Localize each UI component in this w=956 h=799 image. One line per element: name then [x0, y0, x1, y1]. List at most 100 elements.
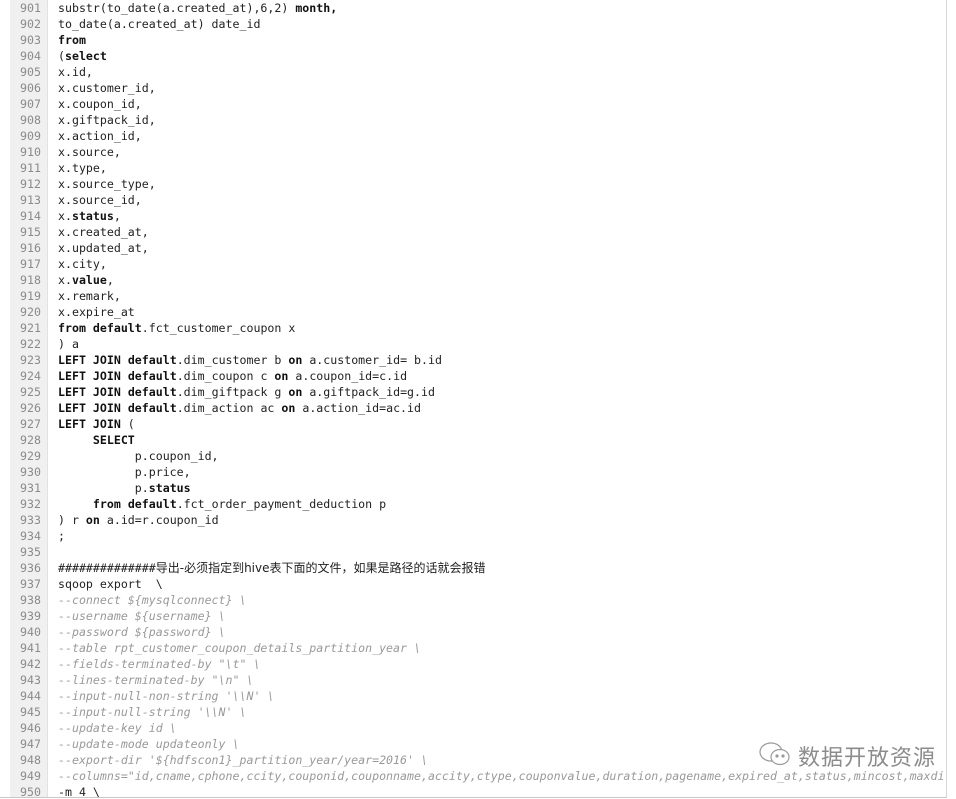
- line-number: 933: [20, 513, 41, 527]
- comment-token: --input-null-non-string '\\N' \: [58, 689, 275, 703]
- line-number: 920: [20, 305, 41, 319]
- code-text: --password ${password} \: [58, 624, 226, 640]
- code-token: .dim_giftpack g: [176, 385, 289, 399]
- code-token: x.id,: [58, 65, 93, 79]
- line-number: 903: [20, 33, 41, 47]
- code-text: ) a: [58, 336, 79, 352]
- code-text: (select: [58, 48, 107, 64]
- code-token: a.action_id=ac.id: [295, 401, 421, 415]
- code-text: LEFT JOIN (: [58, 416, 135, 432]
- keyword-token: LEFT JOIN: [58, 369, 121, 383]
- comment-token: --update-mode updateonly \: [58, 737, 240, 751]
- code-text: --lines-terminated-by "\n" \: [58, 672, 253, 688]
- wechat-icon: [758, 741, 792, 771]
- keyword-token: from: [58, 33, 86, 47]
- code-line: 904 (select: [0, 48, 946, 64]
- line-number: 947: [20, 737, 41, 751]
- code-token: x.created_at,: [58, 225, 149, 239]
- code-text: x.source_id,: [58, 192, 142, 208]
- code-text: x.source,: [58, 144, 121, 160]
- code-line: 926 LEFT JOIN default.dim_action ac on a.…: [0, 400, 946, 416]
- code-line: 938 --connect ${mysqlconnect} \: [0, 592, 946, 608]
- keyword-token: default: [127, 353, 177, 367]
- code-token: .fct_order_payment_deduction p: [176, 497, 387, 511]
- code-line: 901 substr(to_date(a.created_at),6,2) mon…: [0, 0, 946, 16]
- code-line: 905 x.id,: [0, 64, 946, 80]
- code-line: 908 x.giftpack_id,: [0, 112, 946, 128]
- line-number: 942: [20, 657, 41, 671]
- line-number: 914: [20, 209, 41, 223]
- line-number: 940: [20, 625, 41, 639]
- code-line: 925 LEFT JOIN default.dim_giftpack g on a…: [0, 384, 946, 400]
- code-line: 928 SELECT: [0, 432, 946, 448]
- code-line: 930 p.price,: [0, 464, 946, 480]
- code-token: a.customer_id= b.id: [302, 353, 442, 367]
- code-token: .fct_customer_coupon x: [141, 321, 296, 335]
- code-token: x.type,: [58, 161, 107, 175]
- comment-token: --connect ${mysqlconnect} \: [58, 593, 247, 607]
- keyword-token: on: [274, 369, 289, 383]
- code-line: 909 x.action_id,: [0, 128, 946, 144]
- line-number: 950: [20, 785, 41, 798]
- code-line: 903 from: [0, 32, 946, 48]
- keyword-token: default: [127, 385, 177, 399]
- comment-token: --table rpt_customer_coupon_details_part…: [58, 641, 421, 655]
- code-text: LEFT JOIN default.dim_action ac on a.act…: [58, 400, 421, 416]
- code-text: -m 4 \: [58, 784, 100, 797]
- line-number: 925: [20, 385, 41, 399]
- code-token: p.: [58, 481, 149, 495]
- code-text: p.price,: [58, 464, 191, 480]
- comment-token: --lines-terminated-by "\n" \: [58, 673, 254, 687]
- line-number: 926: [20, 401, 41, 415]
- code-line: 935: [0, 544, 946, 560]
- keyword-token: default: [127, 369, 177, 383]
- code-text: LEFT JOIN default.dim_customer b on a.cu…: [58, 352, 442, 368]
- line-number: 924: [20, 369, 41, 383]
- code-token: x.expire_at: [58, 305, 135, 319]
- code-token: x.updated_at,: [58, 241, 149, 255]
- code-line: 920 x.expire_at: [0, 304, 946, 320]
- code-line: 911 x.type,: [0, 160, 946, 176]
- code-text: --connect ${mysqlconnect} \: [58, 592, 246, 608]
- code-token: substr(to_date(a.created_at),6,2): [58, 1, 296, 15]
- code-text: x.city,: [58, 256, 107, 272]
- keyword-token: month,: [295, 1, 338, 15]
- code-text: from: [58, 32, 86, 48]
- code-line: 937 sqoop export \: [0, 576, 946, 592]
- comment-token: --password ${password} \: [58, 625, 226, 639]
- code-line: 906 x.customer_id,: [0, 80, 946, 96]
- code-line: 946 --update-key id \: [0, 720, 946, 736]
- code-token: .dim_customer b: [176, 353, 289, 367]
- keyword-token: default: [127, 401, 177, 415]
- watermark-text: 数据开放资源: [798, 746, 937, 771]
- code-text: --input-null-string '\\N' \: [58, 704, 246, 720]
- code-token: to_date(a.created_at) date_id: [58, 17, 261, 31]
- line-number: 907: [20, 97, 41, 111]
- code-token: ##############: [58, 561, 156, 575]
- code-line: 932 from default.fct_order_payment_deduc…: [0, 496, 946, 512]
- code-token: x.coupon_id,: [58, 97, 142, 111]
- code-text: substr(to_date(a.created_at),6,2) month,: [58, 0, 337, 16]
- line-number: 923: [20, 353, 41, 367]
- code-line: 923 LEFT JOIN default.dim_customer b on a…: [0, 352, 946, 368]
- code-line: 943 --lines-terminated-by "\n" \: [0, 672, 946, 688]
- code-token: x.: [58, 209, 72, 223]
- code-text: p.coupon_id,: [58, 448, 219, 464]
- line-number: 913: [20, 193, 41, 207]
- code-line: 922) a: [0, 336, 946, 352]
- code-text: x.value,: [58, 272, 114, 288]
- line-number: 905: [20, 65, 41, 79]
- code-line: 921 from default.fct_customer_coupon x: [0, 320, 946, 336]
- code-token: ;: [58, 529, 65, 543]
- code-token: sqoop export \: [58, 577, 163, 591]
- keyword-token: select: [64, 49, 107, 63]
- code-line: 902 to_date(a.created_at) date_id: [0, 16, 946, 32]
- line-number: 944: [20, 689, 41, 703]
- code-editor[interactable]: 901 substr(to_date(a.created_at),6,2) mon…: [0, 0, 947, 798]
- code-line: 945 --input-null-string '\\N' \: [0, 704, 946, 720]
- code-text: x.id,: [58, 64, 93, 80]
- code-line: 950 -m 4 \: [0, 784, 946, 798]
- code-text: x.created_at,: [58, 224, 149, 240]
